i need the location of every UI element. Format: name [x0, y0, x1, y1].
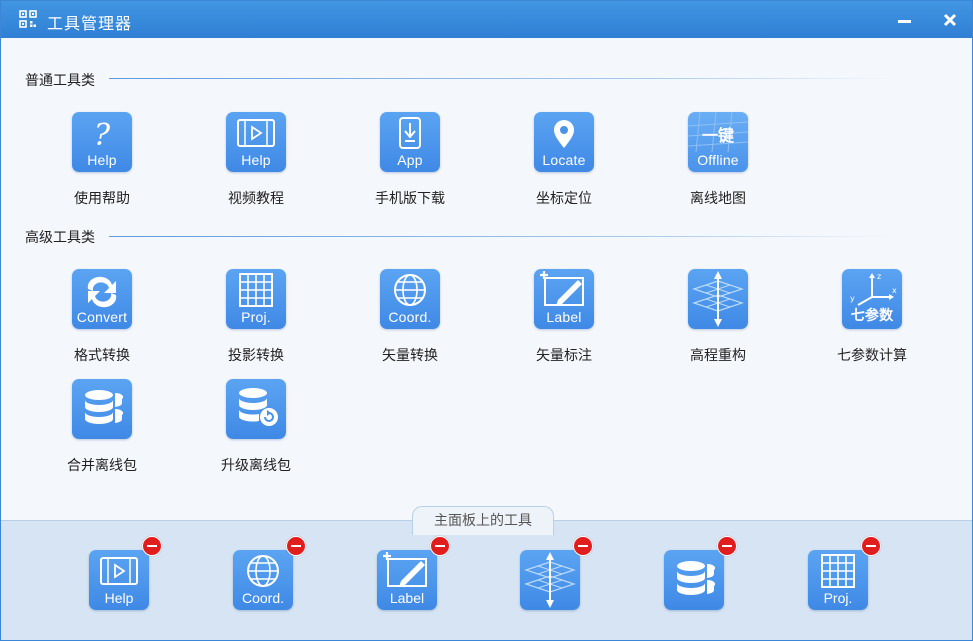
tool-label: 矢量标注 — [536, 347, 592, 363]
tool-label: 高程重构 — [690, 347, 746, 363]
offline-map-icon: 一键 Offline — [688, 112, 748, 172]
label-pen-icon: Label — [534, 269, 594, 329]
globe-icon: Coord. — [233, 550, 293, 610]
remove-badge-icon[interactable] — [573, 536, 593, 556]
dock-tool-label[interactable]: Label — [377, 536, 450, 610]
elevation-icon — [688, 269, 748, 329]
seven-param-icon: z x y 七参数 — [842, 269, 902, 329]
location-pin-icon: Locate — [534, 112, 594, 172]
tool-projection-convert[interactable]: Proj. 投影转换 — [196, 269, 316, 365]
merge-package-icon — [664, 550, 724, 610]
tool-manager-window: 工具管理器 普通工具类 ? Help 使用帮助 Help 视频教程 App 手机… — [0, 0, 973, 641]
svg-text:x: x — [892, 286, 897, 295]
elevation-icon — [520, 550, 580, 610]
panel-title: 主面板上的工具 — [412, 506, 554, 535]
tool-label: 升级离线包 — [221, 457, 291, 473]
tool-label: 手机版下载 — [375, 190, 445, 206]
tool-merge-package[interactable]: 合并离线包 — [42, 379, 162, 475]
dock-tool-elevation[interactable] — [520, 536, 593, 610]
section-divider — [109, 236, 889, 237]
remove-badge-icon[interactable] — [717, 536, 737, 556]
tool-offline-map[interactable]: 一键 Offline 离线地图 — [658, 112, 778, 208]
tool-label: 视频教程 — [228, 190, 284, 206]
tool-label: 七参数计算 — [837, 347, 907, 363]
phone-download-icon: App — [380, 112, 440, 172]
close-button[interactable] — [937, 7, 963, 33]
tool-help[interactable]: ? Help 使用帮助 — [42, 112, 162, 208]
projection-grid-icon: Proj. — [226, 269, 286, 329]
help-icon: ? Help — [72, 112, 132, 172]
svg-text:z: z — [877, 272, 881, 281]
close-icon — [943, 13, 957, 27]
minimize-button[interactable] — [891, 7, 917, 33]
tool-label: 离线地图 — [690, 190, 746, 206]
tool-label: 矢量转换 — [382, 347, 438, 363]
svg-text:?: ? — [94, 118, 111, 153]
globe-icon: Coord. — [380, 269, 440, 329]
tool-mobile-download[interactable]: App 手机版下载 — [350, 112, 470, 208]
tool-upgrade-package[interactable]: 升级离线包 — [196, 379, 316, 475]
tool-elevation-rebuild[interactable]: 高程重构 — [658, 269, 778, 365]
dock-tool-coord[interactable]: Coord. — [233, 536, 306, 610]
convert-icon: Convert — [72, 269, 132, 329]
svg-text:y: y — [850, 294, 855, 303]
video-icon: Help — [226, 112, 286, 172]
svg-text:一键: 一键 — [702, 126, 734, 145]
tool-coordinate-locate[interactable]: Locate 坐标定位 — [504, 112, 624, 208]
remove-badge-icon[interactable] — [142, 536, 162, 556]
remove-badge-icon[interactable] — [286, 536, 306, 556]
minimize-icon — [898, 20, 911, 23]
tool-label: 投影转换 — [228, 347, 284, 363]
label-pen-icon: Label — [377, 550, 437, 610]
upgrade-package-icon — [226, 379, 286, 439]
tool-vector-label[interactable]: Label 矢量标注 — [504, 269, 624, 365]
dock-tool-merge-package[interactable] — [664, 536, 737, 610]
video-icon: Help — [89, 550, 149, 610]
dock-tool-video-tutorial[interactable]: Help — [89, 536, 162, 610]
tool-label: 坐标定位 — [536, 190, 592, 206]
remove-badge-icon[interactable] — [861, 536, 881, 556]
tool-seven-param-calc[interactable]: z x y 七参数 七参数计算 — [812, 269, 932, 365]
tool-vector-convert[interactable]: Coord. 矢量转换 — [350, 269, 470, 365]
app-qr-icon — [19, 10, 37, 28]
merge-package-icon — [72, 379, 132, 439]
remove-badge-icon[interactable] — [430, 536, 450, 556]
tool-label: 合并离线包 — [67, 457, 137, 473]
section-title-advanced: 高级工具类 — [25, 229, 95, 245]
tool-video-tutorial[interactable]: Help 视频教程 — [196, 112, 316, 208]
tool-label: 使用帮助 — [74, 190, 130, 206]
dock-tool-projection[interactable]: Proj. — [808, 536, 881, 610]
section-divider — [109, 78, 889, 79]
title-bar[interactable]: 工具管理器 — [1, 1, 972, 38]
projection-grid-icon: Proj. — [808, 550, 868, 610]
window-title: 工具管理器 — [47, 16, 133, 33]
tool-format-convert[interactable]: Convert 格式转换 — [42, 269, 162, 365]
tool-label: 格式转换 — [74, 347, 130, 363]
section-title-common: 普通工具类 — [25, 72, 95, 88]
